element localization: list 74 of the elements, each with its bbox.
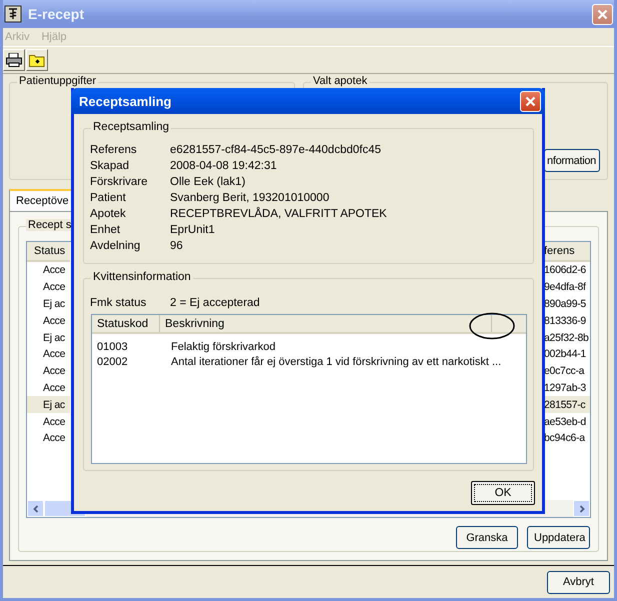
toolbar-button[interactable] xyxy=(3,49,25,71)
field-label: Förskrivare xyxy=(90,175,149,189)
field-label: Avdelning xyxy=(90,239,142,253)
column-header[interactable]: Status xyxy=(27,242,70,262)
table-cell[interactable]: e0c7cc-a xyxy=(543,362,590,380)
field-value: 96 xyxy=(170,239,184,253)
ok-button[interactable]: OK xyxy=(471,481,535,505)
field-value: e6281557-cf84-45c5-897e-440dcbd0fc45 xyxy=(170,143,382,157)
chevron-right-icon xyxy=(578,504,586,512)
close-icon xyxy=(597,8,608,20)
table-cell[interactable]: 1606d2-6 xyxy=(543,262,590,279)
column-header[interactable]: Statuskod xyxy=(92,315,160,332)
table-cell[interactable]: a25f32-8b xyxy=(543,329,590,346)
group-title: Patientuppgifter xyxy=(17,75,98,87)
table-cell-text: 02002 xyxy=(97,356,129,368)
field-label: Patient xyxy=(90,191,127,205)
ellipse-mark xyxy=(469,312,515,340)
field-label: Referens xyxy=(90,143,138,157)
table-cell[interactable]: 813336-9 xyxy=(543,312,590,330)
table-cell[interactable]: Ej ac xyxy=(27,396,70,414)
table-cell-text: Felaktig förskrivarkod xyxy=(171,340,277,352)
field-value: EprUnit1 xyxy=(170,223,216,237)
close-button[interactable] xyxy=(520,90,541,112)
table-cell[interactable]: Ej ac xyxy=(27,296,70,312)
table-cell[interactable]: Acce xyxy=(27,430,70,447)
column-header[interactable]: Beskrivning xyxy=(160,315,492,332)
cancel-button[interactable]: Avbryt xyxy=(547,570,610,594)
field-label: Skapad xyxy=(90,159,130,173)
table-cell[interactable]: Acce xyxy=(27,362,70,380)
window-title: E-recept xyxy=(28,6,84,22)
table-cell[interactable]: 890a99-5 xyxy=(543,296,590,312)
tab[interactable]: Receptöve xyxy=(9,189,73,211)
table-cell[interactable]: 1297ab-3 xyxy=(543,380,590,396)
table-cell[interactable]: Acce xyxy=(27,380,70,396)
close-button[interactable] xyxy=(592,4,613,24)
field-value: Svanberg Berit, 193201010000 xyxy=(170,191,330,205)
toolbar-button[interactable] xyxy=(26,49,48,71)
information-button[interactable]: nformation xyxy=(544,149,600,172)
status-list[interactable]: Statuskod Beskrivning 01003 Felaktig förskrivarkod 02002 Antal iterationer får ej överstiga 1 vid förskrivning av ett narkotiskt ... xyxy=(91,314,527,464)
table-cell[interactable]: 9e4dfa-8f xyxy=(543,278,590,296)
dialog-title: Receptsamling xyxy=(79,94,172,108)
field-value: RECEPTBREVLÅDA, VALFRITT APOTEK xyxy=(170,207,388,221)
table-cell[interactable]: Acce xyxy=(27,262,70,279)
scroll-left-button[interactable] xyxy=(27,500,44,517)
table-cell-text: 01003 xyxy=(97,340,129,352)
chevron-left-icon xyxy=(32,504,40,512)
group-title: Receptsamling xyxy=(91,121,172,133)
scroll-right-button[interactable] xyxy=(573,500,590,517)
table-cell[interactable]: Acce xyxy=(27,278,70,296)
field-value: 2008-04-08 19:42:31 xyxy=(170,159,278,173)
table-cell[interactable]: bc94c6-a xyxy=(543,430,590,447)
table-cell[interactable]: Acce xyxy=(27,346,70,363)
folder-icon xyxy=(29,53,45,67)
printer-icon xyxy=(6,53,22,67)
field-value: 2 = Ej accepterad xyxy=(170,296,260,310)
field-value: Olle Eek (lak1) xyxy=(170,175,246,189)
group-title: Recept s xyxy=(26,219,74,231)
table-cell-text: Antal iterationer får ej överstiga 1 vid förskrivning av ett narkotiskt ... xyxy=(171,356,502,368)
table-cell[interactable]: ae53eb-d xyxy=(543,413,590,430)
action-button[interactable]: Uppdatera xyxy=(527,526,590,549)
table-cell[interactable]: 002b44-1 xyxy=(543,346,590,363)
table-cell[interactable]: 281557-c xyxy=(543,396,590,414)
group-title: Kvittensinformation xyxy=(91,271,193,283)
field-label: Enhet xyxy=(90,223,122,237)
table-cell[interactable]: Acce xyxy=(27,413,70,430)
table-cell[interactable]: Ej ac xyxy=(27,329,70,346)
action-button[interactable]: Granska xyxy=(456,526,518,549)
close-icon xyxy=(525,96,536,106)
table-cell[interactable]: Acce xyxy=(27,312,70,330)
field-label: Fmk status xyxy=(90,296,148,310)
app-icon xyxy=(4,5,22,23)
column-header[interactable]: ferens xyxy=(543,242,590,262)
field-label: Apotek xyxy=(90,207,127,221)
group-title: Valt apotek xyxy=(311,75,370,87)
